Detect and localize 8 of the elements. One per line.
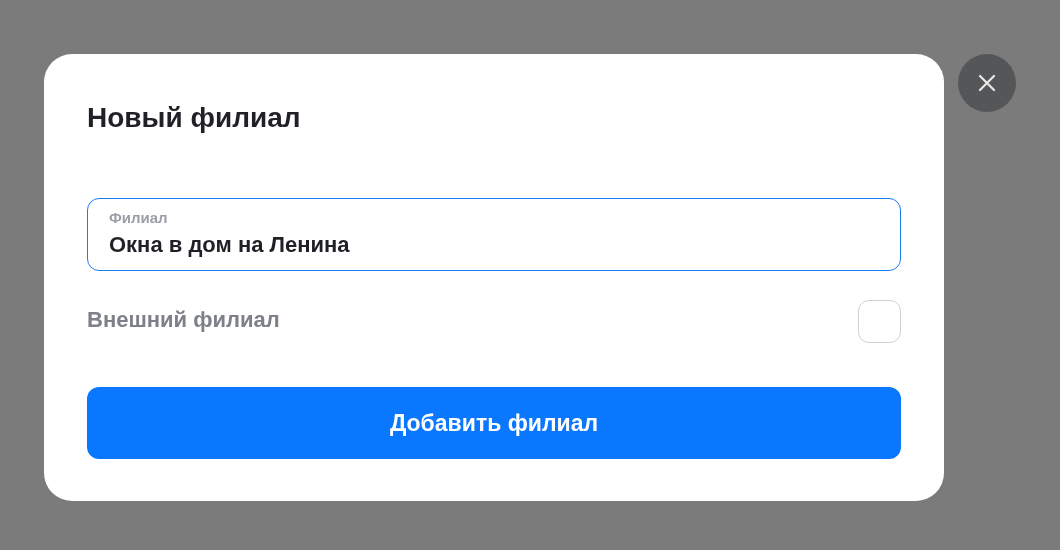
option-label: Внешний филиал bbox=[87, 306, 280, 333]
add-branch-button[interactable]: Добавить филиал bbox=[87, 387, 901, 459]
checkbox[interactable] bbox=[858, 300, 901, 343]
dialog-title: Новый филиал bbox=[87, 102, 302, 134]
field-value: Окна в дом на Ленина bbox=[109, 231, 351, 259]
close-icon bbox=[978, 74, 996, 92]
branch-input-field[interactable]: Филиал Окна в дом на Ленина bbox=[87, 198, 901, 271]
field-label: Филиал bbox=[109, 209, 168, 227]
